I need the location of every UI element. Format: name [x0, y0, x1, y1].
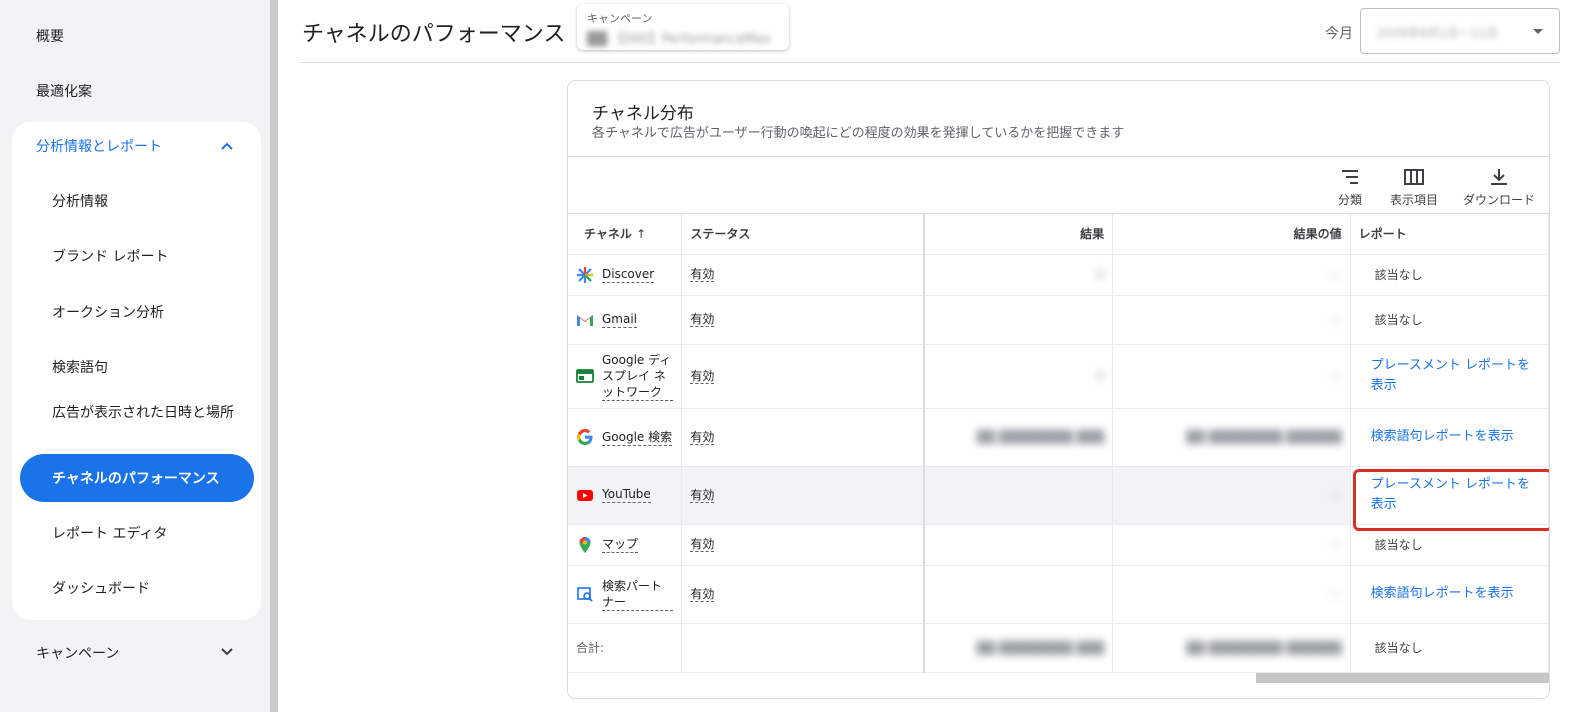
sidebar-divider[interactable] [270, 0, 278, 712]
date-range-selector[interactable]: 2026年6月1日〜11日 [1360, 8, 1560, 54]
channel-name[interactable]: 検索パートナー [602, 578, 674, 611]
download-icon [1491, 169, 1507, 185]
result-value-redacted: — [1329, 369, 1342, 383]
channel-distribution-card: チャネル分布 各チャネルで広告がユーザー行動の喚起にどの程度の効果を発揮している… [567, 80, 1550, 699]
nav-recommendations[interactable]: 最適化案 [36, 81, 92, 101]
sidebar-item-channel-performance[interactable]: チャネルのパフォーマンス [20, 454, 254, 502]
channel-name[interactable]: Discover [602, 267, 655, 283]
chevron-up-icon[interactable] [220, 139, 234, 153]
report-na: 該当なし [1374, 641, 1423, 655]
date-range-redacted: 2026年6月1日〜11日 [1377, 26, 1499, 40]
results-value-redacted: 0 [1096, 267, 1105, 282]
table-row: Google 検索 有効 ██ ████████ ███ ██ ████████… [568, 408, 1549, 467]
discover-icon [576, 266, 594, 284]
search-partner-icon [576, 585, 594, 603]
sidebar-item-auction[interactable]: オークション分析 [52, 303, 242, 323]
nav-overview[interactable]: 概要 [36, 26, 64, 46]
youtube-icon [576, 486, 594, 504]
campaign-value-redacted: ██ 【000】PerformanceMax [587, 32, 772, 47]
gmail-icon [576, 311, 594, 329]
channel-name[interactable]: マップ [602, 537, 639, 553]
dropdown-caret-icon [1533, 29, 1543, 34]
sidebar-item-brand-report[interactable]: ブランド レポート [52, 247, 242, 267]
report-na: 該当なし [1374, 268, 1423, 282]
nav-group-header[interactable]: 分析情報とレポート [36, 136, 162, 156]
search-terms-report-link[interactable]: 検索語句レポートを表示 [1371, 427, 1540, 447]
result-value-redacted: — [1329, 312, 1342, 327]
table-total-row: 合計: ██ ████████ ███ ██ ████████ ██████ 該… [568, 623, 1549, 673]
result-value-redacted: — [1329, 267, 1342, 282]
status-value[interactable]: 有効 [690, 312, 715, 327]
google-g-icon [576, 428, 594, 446]
search-terms-report-link[interactable]: 検索語句レポートを表示 [1371, 584, 1540, 604]
status-value[interactable]: 有効 [690, 368, 715, 384]
result-value-redacted: — [1329, 587, 1342, 601]
results-value-redacted: 0 [1096, 369, 1105, 383]
results-value-redacted: ██ ████████ ███ [976, 430, 1105, 444]
nav-campaigns[interactable]: キャンペーン [36, 643, 119, 663]
result-value-redacted: — [1329, 488, 1342, 502]
maps-pin-icon [576, 536, 594, 554]
campaign-selector[interactable]: キャンペーン ██ 【000】PerformanceMax [577, 4, 789, 50]
card-divider [568, 156, 1549, 157]
report-na: 該当なし [1374, 313, 1423, 327]
horizontal-scrollbar[interactable] [1256, 673, 1549, 683]
segment-button[interactable]: 分類 [1338, 167, 1362, 208]
highlight-annotation-box [1353, 469, 1549, 531]
sidebar-item-label: チャネルのパフォーマンス [52, 471, 220, 487]
sidebar: 概要 最適化案 分析情報とレポート 分析情報 ブランド レポート オークション分… [0, 0, 270, 712]
result-value-redacted: — [1329, 537, 1342, 552]
channel-name[interactable]: Google 検索 [602, 429, 673, 446]
header-divider [300, 62, 1560, 63]
column-header-status[interactable]: ステータス [681, 214, 926, 255]
channel-name[interactable]: Gmail [602, 312, 638, 328]
display-network-icon [576, 367, 594, 385]
columns-button[interactable]: 表示項目 [1390, 167, 1438, 208]
channel-name[interactable]: Google ディスプレイ ネットワーク [602, 352, 674, 401]
status-value[interactable]: 有効 [690, 537, 715, 552]
sort-arrow-up-icon: ↑ [636, 227, 647, 242]
table-header-row: チャネル ↑ ステータス 結果 結果の値 レポート [568, 214, 1549, 255]
month-label: 今月 [1325, 26, 1353, 42]
table-row: Discover 有効 0 — 該当なし [568, 254, 1549, 296]
page-title: チャネルのパフォーマンス [302, 22, 566, 47]
column-header-results[interactable]: 結果 [924, 214, 1114, 255]
filter-list-icon [1342, 170, 1358, 184]
sidebar-item-report-editor[interactable]: レポート エディタ [52, 524, 242, 544]
table-row: 検索パートナー 有効 — 検索語句レポートを表示 [568, 565, 1549, 624]
channel-table: チャネル ↑ ステータス 結果 結果の値 レポート Discover 有効 0 … [568, 214, 1549, 673]
download-button[interactable]: ダウンロード [1463, 167, 1535, 208]
channel-name[interactable]: YouTube [602, 487, 651, 503]
sidebar-item-insights[interactable]: 分析情報 [52, 192, 242, 212]
status-value[interactable]: 有効 [690, 267, 715, 282]
result-value-redacted: ██ ████████ ██████ [1186, 430, 1342, 444]
column-header-channel[interactable]: チャネル ↑ [568, 214, 683, 255]
campaign-label: キャンペーン [587, 12, 653, 25]
total-value-redacted: ██ ████████ ██████ [1186, 640, 1342, 655]
chevron-down-icon[interactable] [220, 645, 234, 659]
status-value[interactable]: 有効 [690, 586, 715, 602]
card-title: チャネル分布 [592, 104, 694, 124]
status-value[interactable]: 有効 [690, 487, 715, 503]
columns-icon [1404, 169, 1424, 185]
status-value[interactable]: 有効 [690, 429, 715, 445]
column-header-result-value[interactable]: 結果の値 [1112, 214, 1351, 255]
total-results-redacted: ██ ████████ ███ [976, 640, 1105, 655]
placement-report-link[interactable]: プレースメント レポートを表示 [1371, 356, 1540, 396]
sidebar-item-when-where[interactable]: 広告が表示された日時と場所 [52, 403, 242, 423]
sidebar-item-dashboard[interactable]: ダッシュボード [52, 579, 242, 599]
total-label: 合計: [568, 623, 683, 673]
sidebar-item-search-terms[interactable]: 検索語句 [52, 358, 242, 378]
card-subtitle: 各チャネルで広告がユーザー行動の喚起にどの程度の効果を発揮しているかを把握できま… [592, 126, 1125, 141]
table-row: Google ディスプレイ ネットワーク 有効 0 — プレースメント レポート… [568, 344, 1549, 409]
nav-group-insights: 分析情報とレポート 分析情報 ブランド レポート オークション分析 検索語句 広… [12, 122, 261, 620]
table-row: Gmail 有効 — 該当なし [568, 295, 1549, 345]
report-na: 該当なし [1374, 538, 1423, 552]
column-header-report[interactable]: レポート [1350, 214, 1549, 255]
